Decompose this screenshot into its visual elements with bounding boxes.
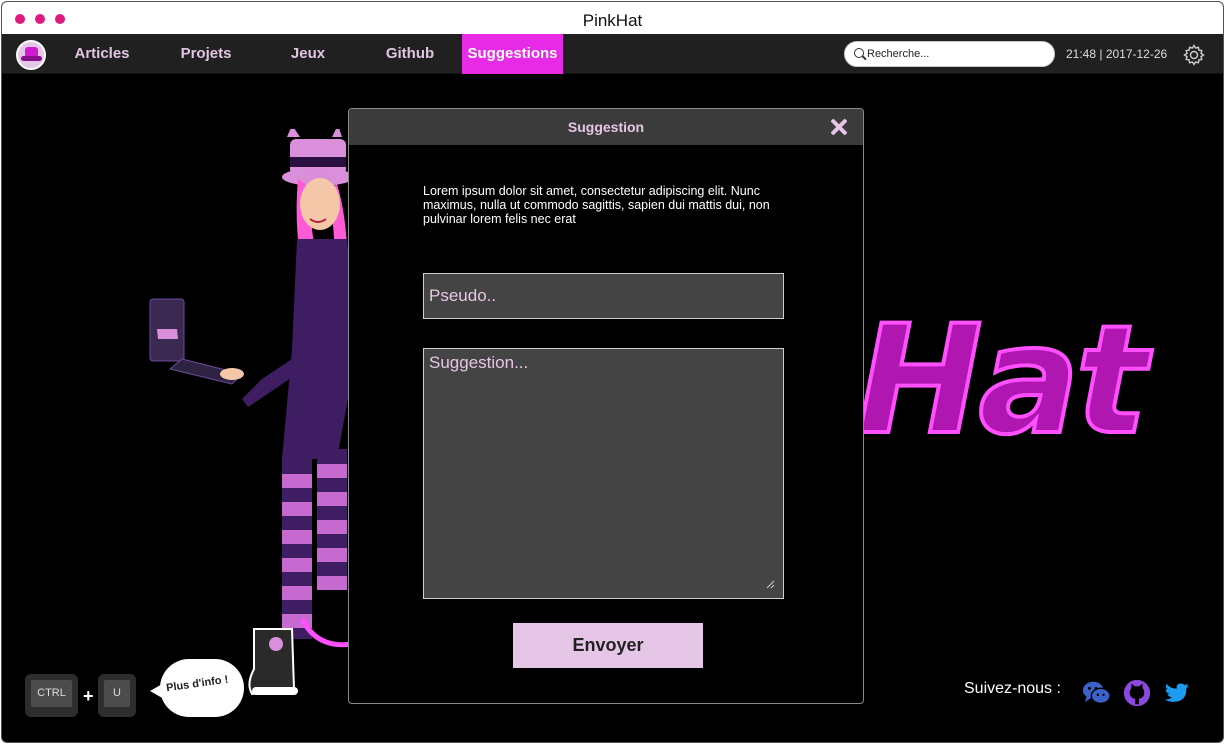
search-input[interactable] xyxy=(867,45,1047,63)
modal-description: Lorem ipsum dolor sit amet, consectetur … xyxy=(423,184,770,226)
clock-datetime: 21:48 | 2017-12-26 xyxy=(1066,47,1168,61)
window-title: PinkHat xyxy=(582,11,643,30)
u-key-label: U xyxy=(104,680,130,707)
gear-icon[interactable] xyxy=(1182,43,1206,67)
github-icon[interactable] xyxy=(1122,678,1152,708)
search-box[interactable] xyxy=(844,41,1055,67)
suggestion-textarea[interactable] xyxy=(423,348,784,599)
ctrl-key-label: CTRL xyxy=(31,680,72,707)
nav-item-suggestions[interactable]: Suggestions xyxy=(462,34,563,74)
top-navbar: Articles Projets Jeux Github Suggestions… xyxy=(2,34,1223,74)
background-logo-text: Hat xyxy=(855,292,1149,470)
pinkhat-logo-icon[interactable] xyxy=(16,40,46,70)
info-bubble-text: Plus d'info ! xyxy=(165,673,230,695)
u-key: U xyxy=(98,674,136,717)
character-illustration xyxy=(149,129,357,696)
twitter-icon[interactable] xyxy=(1162,678,1192,708)
nav-item-jeux[interactable]: Jeux xyxy=(262,34,354,74)
nav-item-projets[interactable]: Projets xyxy=(160,34,252,74)
close-icon[interactable] xyxy=(829,117,849,137)
app-window: PinkHat Articles Projets Jeux Github Sug… xyxy=(1,1,1224,743)
resize-grip-icon[interactable] xyxy=(765,579,775,589)
follow-label: Suivez-nous : xyxy=(964,680,1061,697)
wechat-icon[interactable] xyxy=(1081,678,1111,708)
search-icon xyxy=(854,48,864,58)
plus-sign: + xyxy=(83,686,94,706)
pseudo-input[interactable] xyxy=(423,273,784,319)
nav-item-articles[interactable]: Articles xyxy=(56,34,148,74)
send-button[interactable]: Envoyer xyxy=(513,623,703,668)
modal-title: Suggestion xyxy=(567,119,645,135)
ctrl-key: CTRL xyxy=(25,674,78,717)
suggestion-modal: Suggestion Lorem ipsum dolor sit amet, c… xyxy=(348,108,864,704)
modal-header: Suggestion xyxy=(349,109,863,145)
title-bar: PinkHat xyxy=(2,2,1223,34)
info-bubble[interactable]: Plus d'info ! xyxy=(150,659,244,717)
nav-item-github[interactable]: Github xyxy=(364,34,456,74)
